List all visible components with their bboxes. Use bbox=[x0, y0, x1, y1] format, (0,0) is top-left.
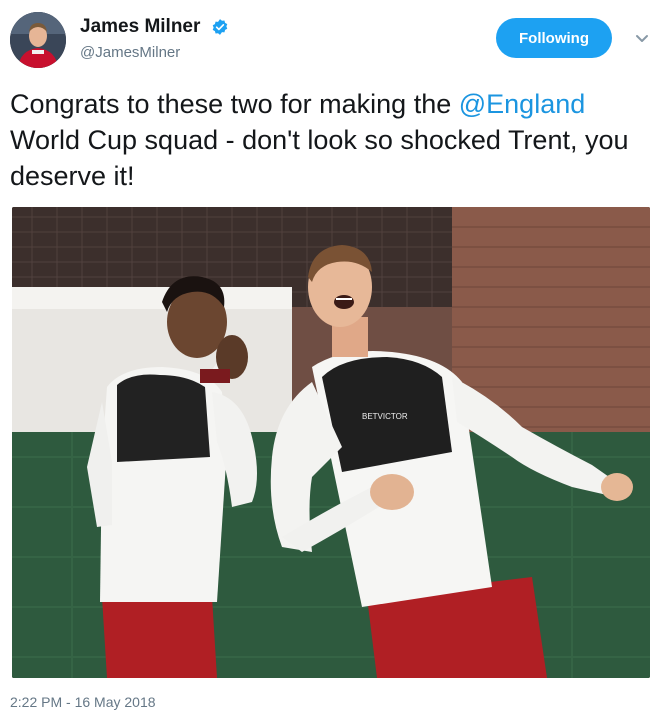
tweet-photo[interactable]: BETVICTOR bbox=[12, 207, 650, 678]
tweet-card: James Milner @JamesMilner Following Cong… bbox=[0, 0, 660, 717]
tweet-text: Congrats to these two for making the @En… bbox=[10, 86, 650, 194]
chevron-down-icon[interactable] bbox=[634, 30, 650, 46]
bib-sponsor-text: BETVICTOR bbox=[362, 412, 408, 421]
user-info: James Milner @JamesMilner bbox=[80, 16, 229, 61]
user-handle[interactable]: @JamesMilner bbox=[80, 44, 229, 61]
verified-badge-icon bbox=[211, 18, 229, 36]
tweet-text-start: Congrats to these two for making the bbox=[10, 89, 452, 119]
tweet-text-end: World Cup squad - don't look so shocked … bbox=[10, 125, 629, 191]
avatar[interactable] bbox=[10, 12, 66, 68]
tweet-timestamp[interactable]: 2:22 PM - 16 May 2018 bbox=[10, 694, 156, 710]
tweet-header: James Milner @JamesMilner Following bbox=[10, 10, 650, 70]
display-name[interactable]: James Milner bbox=[80, 16, 200, 38]
mention-link[interactable]: @England bbox=[459, 89, 586, 119]
following-button[interactable]: Following bbox=[496, 18, 612, 58]
